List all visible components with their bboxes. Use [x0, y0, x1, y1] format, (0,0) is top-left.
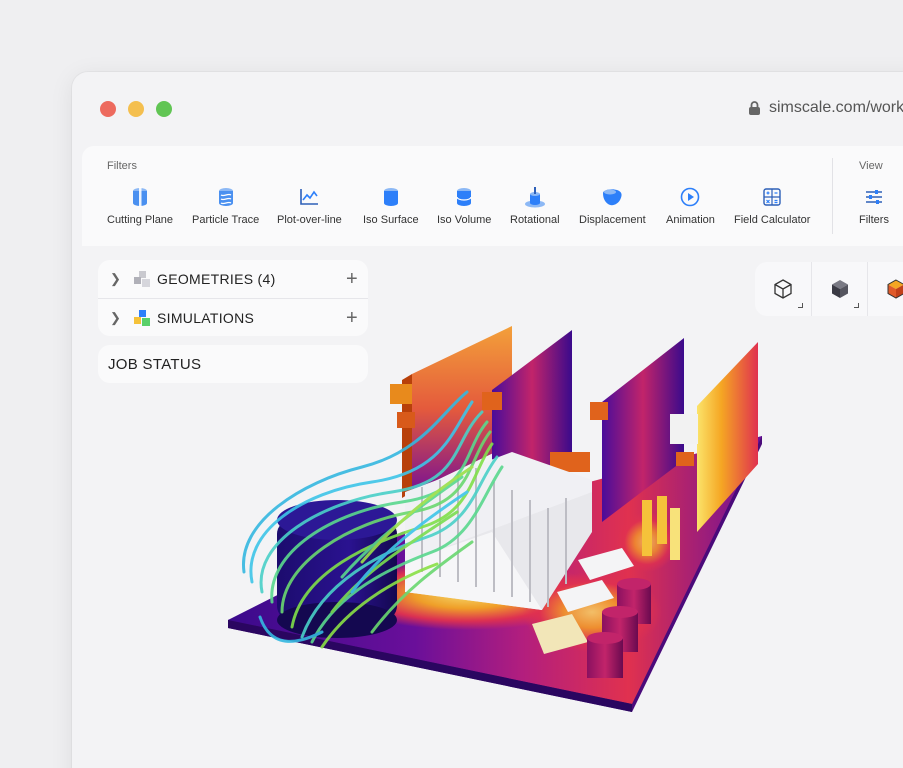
tree-card: ❯ GEOMETRIES (4) + ❯ SIMULATIONS +: [98, 260, 368, 336]
solid-view-button[interactable]: [811, 262, 867, 316]
highlight-view-button[interactable]: [867, 262, 903, 316]
simulation-viewport[interactable]: [72, 72, 903, 768]
simulations-icon: [134, 309, 150, 326]
geometries-icon: [134, 271, 150, 287]
tree-item-label: SIMULATIONS: [157, 309, 255, 326]
chevron-right-icon[interactable]: ❯: [110, 310, 122, 326]
tree-item-simulations[interactable]: ❯ SIMULATIONS +: [98, 298, 368, 336]
add-simulation-icon[interactable]: +: [346, 308, 358, 328]
dropdown-corner-icon: [854, 303, 859, 308]
object-tree: ❯ GEOMETRIES (4) + ❯ SIMULATIONS + JOB S…: [98, 260, 368, 383]
add-geometry-icon[interactable]: +: [346, 269, 358, 289]
view-orientation-toolbar: [755, 262, 903, 316]
wireframe-cube-icon: [774, 279, 792, 299]
job-status-panel[interactable]: JOB STATUS: [98, 345, 368, 383]
job-status-label: JOB STATUS: [108, 355, 202, 373]
tree-item-label: GEOMETRIES (4): [157, 271, 276, 287]
solid-cube-icon: [831, 280, 848, 298]
highlight-cube-icon: [887, 279, 903, 299]
wireframe-view-button[interactable]: [755, 262, 811, 316]
dropdown-corner-icon: [798, 303, 803, 308]
tree-item-geometries[interactable]: ❯ GEOMETRIES (4) +: [98, 260, 368, 298]
chevron-right-icon[interactable]: ❯: [110, 271, 122, 287]
browser-window: simscale.com/work Filters View Cutting P…: [72, 72, 903, 768]
